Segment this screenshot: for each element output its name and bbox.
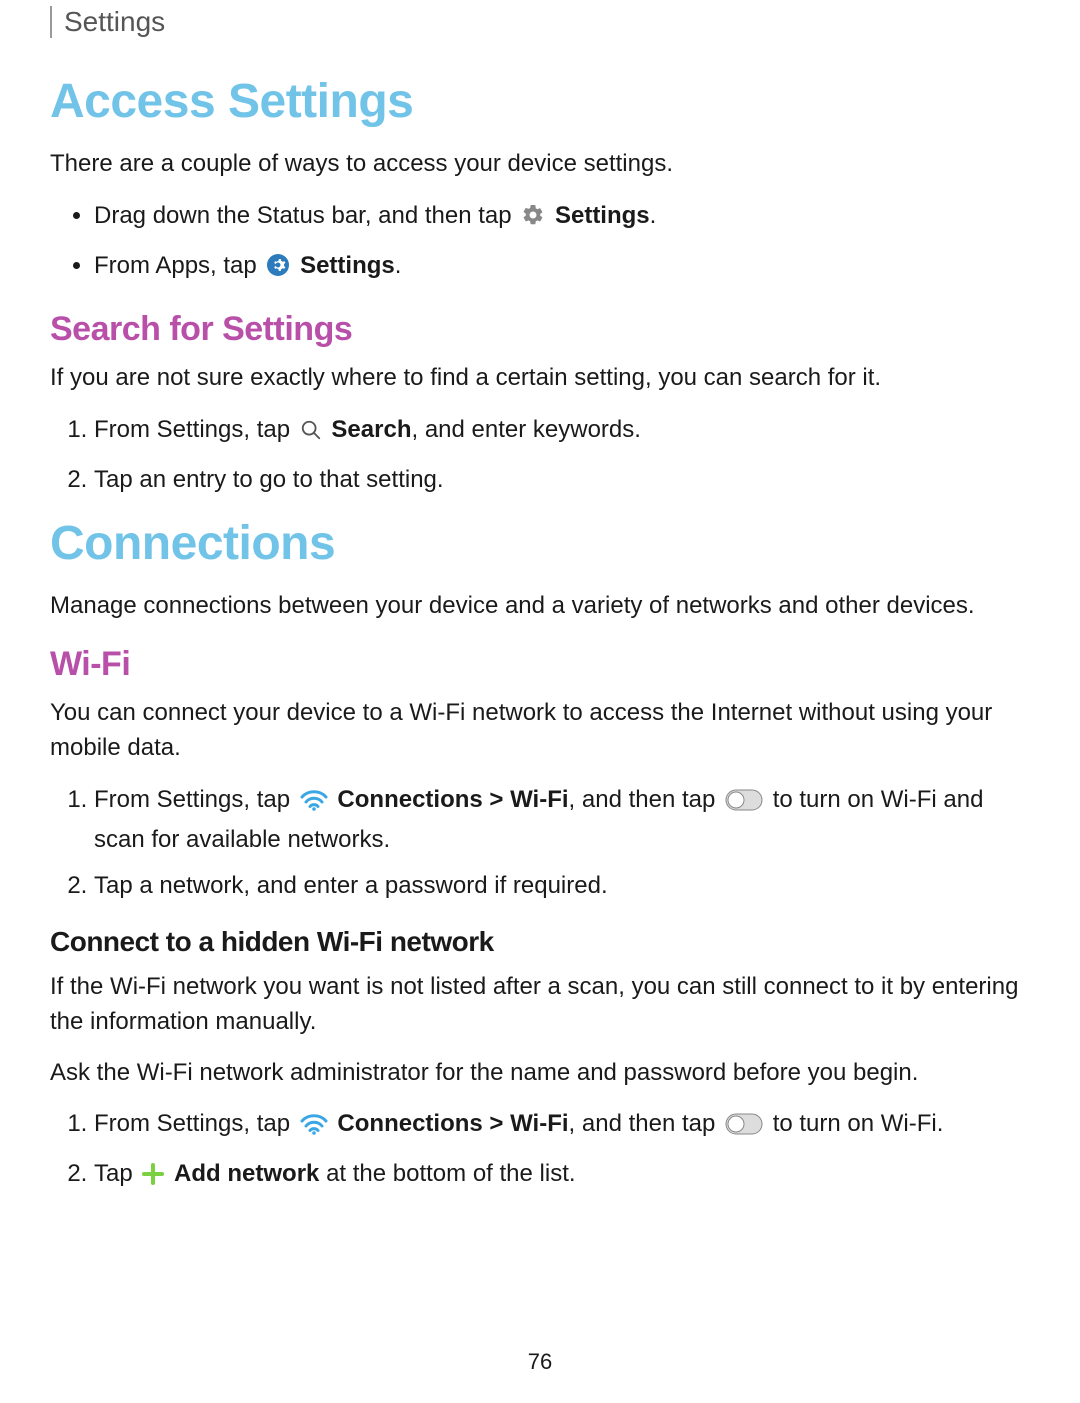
gear-circle-icon (266, 252, 290, 288)
text: From Settings, tap (94, 416, 297, 443)
page-header-border: Settings (50, 6, 1030, 38)
search-icon (300, 416, 322, 452)
connections-intro: Manage connections between your device a… (50, 589, 1030, 624)
text: , and then tap (569, 786, 722, 813)
text: to turn on Wi-Fi. (773, 1110, 944, 1137)
list-item: Tap Add network at the bottom of the lis… (94, 1156, 1030, 1196)
wifi-steps: From Settings, tap Connections > Wi-Fi, … (50, 782, 1030, 904)
heading-hidden-wifi: Connect to a hidden Wi-Fi network (50, 926, 1030, 958)
list-item: From Settings, tap Connections > Wi-Fi, … (94, 1106, 1030, 1146)
search-intro: If you are not sure exactly where to fin… (50, 361, 1030, 396)
text: at the bottom of the list. (326, 1160, 575, 1187)
text: From Apps, tap (94, 252, 263, 279)
text: From Settings, tap (94, 1110, 297, 1137)
toggle-off-icon (725, 786, 763, 822)
text-bold: Search (331, 416, 411, 443)
hidden-intro: If the Wi-Fi network you want is not lis… (50, 970, 1030, 1040)
list-item: Drag down the Status bar, and then tap S… (94, 198, 1030, 238)
text: . (650, 202, 657, 229)
list-item: From Settings, tap Search, and enter key… (94, 412, 1030, 452)
text-bold: Add network (174, 1160, 319, 1187)
text: Tap (94, 1160, 139, 1187)
heading-connections: Connections (50, 516, 1030, 571)
wifi-intro: You can connect your device to a Wi-Fi n… (50, 696, 1030, 766)
text-bold: Settings (300, 252, 395, 279)
search-steps: From Settings, tap Search, and enter key… (50, 412, 1030, 498)
wifi-icon (300, 786, 328, 822)
page-number: 76 (0, 1349, 1080, 1375)
text-bold: Connections > Wi-Fi (337, 1110, 568, 1137)
heading-search-settings: Search for Settings (50, 310, 1030, 349)
wifi-icon (300, 1110, 328, 1146)
text: Drag down the Status bar, and then tap (94, 202, 518, 229)
gear-icon (521, 202, 545, 238)
hidden-ask: Ask the Wi-Fi network administrator for … (50, 1056, 1030, 1091)
text: . (395, 252, 402, 279)
text: , and enter keywords. (411, 416, 640, 443)
access-bullet-list: Drag down the Status bar, and then tap S… (50, 198, 1030, 288)
list-item: From Apps, tap Settings. (94, 248, 1030, 288)
text: , and then tap (569, 1110, 722, 1137)
toggle-off-icon (725, 1110, 763, 1146)
plus-icon (142, 1160, 164, 1196)
page-header: Settings (64, 6, 1030, 38)
list-item: Tap an entry to go to that setting. (94, 462, 1030, 498)
heading-access-settings: Access Settings (50, 74, 1030, 129)
list-item: Tap a network, and enter a password if r… (94, 868, 1030, 904)
hidden-wifi-steps: From Settings, tap Connections > Wi-Fi, … (50, 1106, 1030, 1196)
heading-wifi: Wi-Fi (50, 645, 1030, 684)
text-bold: Connections > Wi-Fi (337, 786, 568, 813)
access-intro: There are a couple of ways to access you… (50, 147, 1030, 182)
text-bold: Settings (555, 202, 650, 229)
text: From Settings, tap (94, 786, 297, 813)
list-item: From Settings, tap Connections > Wi-Fi, … (94, 782, 1030, 858)
